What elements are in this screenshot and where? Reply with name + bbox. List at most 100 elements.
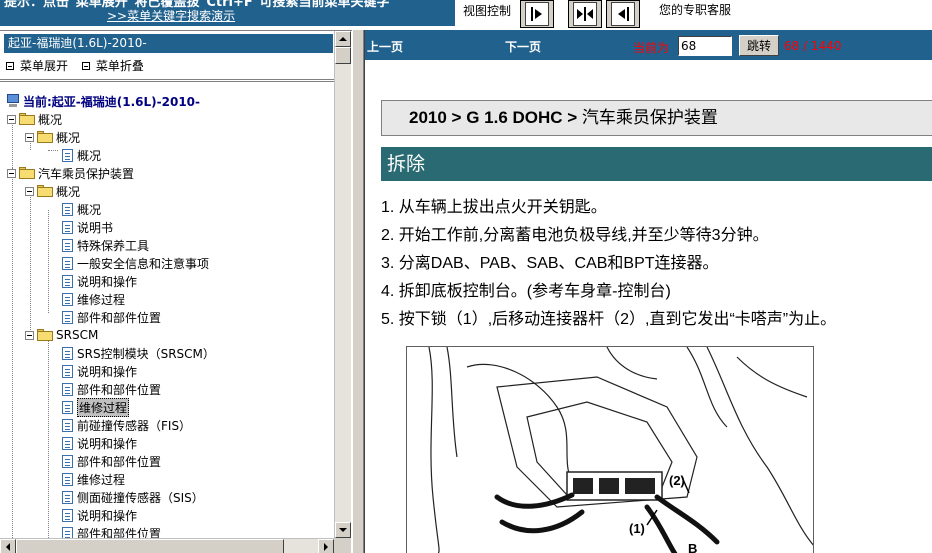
tree-page[interactable]: 维修过程: [62, 470, 125, 488]
tree-page[interactable]: 说明和操作: [62, 434, 137, 452]
current-page-label: 当前为: [633, 41, 670, 55]
tree-item-label: 说明书: [77, 220, 114, 235]
page-icon: [62, 364, 73, 378]
scroll-right-button[interactable]: [318, 539, 334, 553]
page-icon: [62, 400, 73, 414]
tree-page[interactable]: 特殊保养工具: [62, 236, 149, 254]
page-icon: [62, 274, 73, 288]
arrow-right-icon: [324, 543, 328, 551]
tree-page[interactable]: 部件和部件位置: [62, 452, 161, 470]
collapse-toggle-icon[interactable]: [25, 186, 34, 196]
arrow-down-icon: [339, 528, 347, 532]
tree-item-label: 部件和部件位置: [77, 454, 162, 469]
next-page-link[interactable]: 下一页: [505, 38, 541, 55]
tree-page[interactable]: 部件和部件位置: [62, 308, 161, 326]
scroll-thumb[interactable]: [335, 47, 351, 64]
tree-item-label: 汽车乘员保护装置: [38, 166, 135, 181]
tree-page[interactable]: 说明和操作: [62, 272, 137, 290]
scroll-left-button[interactable]: [0, 539, 16, 553]
jump-button[interactable]: 跳转: [739, 35, 779, 56]
tree-page[interactable]: SRS控制模块（SRSCM）: [62, 344, 215, 362]
tree-page[interactable]: 侧面碰撞传感器（SIS）: [62, 488, 204, 506]
tree-page[interactable]: 前碰撞传感器（FIS）: [62, 416, 191, 434]
menu-collapse-label: 菜单折叠: [95, 59, 144, 73]
tree-item-label: 概况: [56, 130, 81, 145]
expand-left-icon: [618, 7, 629, 21]
tree-folder-overview[interactable]: 概况: [7, 110, 62, 128]
tree-item-label: SRSCM: [56, 328, 99, 342]
split-view-icon: [577, 7, 593, 21]
menu-expand-button[interactable]: 菜单展开: [6, 57, 68, 74]
procedure-step: 5. 按下锁（1）,后移动连接器杆（2）,直到它发出“卡嗒声”为止。: [381, 311, 837, 328]
breadcrumb: 2010 > G 1.6 DOHC > 汽车乘员保护装置: [381, 100, 932, 136]
page-icon: [62, 382, 73, 396]
page-icon: [62, 490, 73, 504]
tree-item-label: 概况: [38, 112, 63, 127]
tree-item-label: 维修过程: [77, 397, 130, 417]
tree-item-label: 特殊保养工具: [77, 238, 150, 253]
tree-page[interactable]: 概况: [62, 200, 101, 218]
menu-collapse-button[interactable]: 菜单折叠: [81, 57, 144, 74]
page-icon: [62, 220, 73, 234]
tree-item-label: 一般安全信息和注意事项: [77, 256, 210, 271]
callout-label-2: (2): [669, 473, 685, 488]
tree-item-label: 说明和操作: [77, 364, 138, 379]
tree-page[interactable]: 一般安全信息和注意事项: [62, 254, 209, 272]
view-expand-right-button[interactable]: [520, 0, 554, 28]
collapse-toggle-icon[interactable]: [7, 168, 16, 178]
view-control-label: 视图控制: [463, 4, 512, 18]
scroll-thumb[interactable]: [16, 539, 284, 553]
tree-item-label: 说明和操作: [77, 508, 138, 523]
tree-folder-srscm[interactable]: SRSCM: [25, 326, 98, 344]
page-icon: [62, 346, 73, 360]
scrollbar-corner: [334, 538, 351, 553]
folder-open-icon: [19, 113, 35, 125]
tree-page[interactable]: 概况: [62, 146, 101, 164]
tree-item-label: SRS控制模块（SRSCM）: [77, 346, 215, 361]
tree-root[interactable]: 当前:起亚-福瑞迪(1.6L)-2010-: [6, 92, 200, 110]
tip-strip: 提示：点击"菜单展开"将已覆盖拔"Ctrl+F"可搜索当前菜单关键字 >>菜单关…: [0, 0, 455, 26]
page-icon: [62, 508, 73, 522]
horizontal-scrollbar[interactable]: [0, 538, 334, 553]
tree-folder-overview-sub[interactable]: 概况: [25, 128, 80, 146]
tree-page[interactable]: 说明书: [62, 218, 113, 236]
page-icon: [62, 472, 73, 486]
tree-folder-occupant-protection[interactable]: 汽车乘员保护装置: [7, 164, 134, 182]
scroll-down-button[interactable]: [335, 522, 351, 538]
view-expand-left-button[interactable]: [606, 0, 640, 28]
tree-item-label: 维修过程: [77, 292, 126, 307]
arrow-left-icon: [6, 543, 10, 551]
breadcrumb-current: 汽车乘员保护装置: [577, 108, 718, 127]
tree-page-selected[interactable]: 维修过程: [62, 397, 130, 417]
page-icon: [62, 238, 73, 252]
procedure-step: 4. 拆卸底板控制台。(参考车身章-控制台): [381, 283, 671, 300]
tree-page[interactable]: 部件和部件位置: [62, 380, 161, 398]
folder-open-icon: [19, 167, 35, 179]
tree-root-label: 当前:起亚-福瑞迪(1.6L)-2010-: [23, 94, 201, 109]
vertical-scrollbar[interactable]: [334, 31, 351, 538]
page-number-input[interactable]: [678, 36, 732, 56]
collapse-toggle-icon[interactable]: [7, 114, 16, 124]
procedure-steps: 1. 从车辆上拔出点火开关钥匙。 2. 开始工作前,分离蓄电池负极导线,并至少等…: [381, 194, 932, 334]
panel-splitter[interactable]: [352, 30, 364, 553]
collapse-icon: [81, 61, 90, 70]
folder-open-icon: [37, 329, 53, 341]
tree-item-label: 说明和操作: [77, 274, 138, 289]
view-split-button[interactable]: [568, 0, 602, 28]
prev-page-link[interactable]: 上一页: [367, 38, 403, 55]
tree-page[interactable]: 说明和操作: [62, 362, 137, 380]
tree-page[interactable]: 维修过程: [62, 290, 125, 308]
search-demo-link[interactable]: >>菜单关键字搜索演示: [107, 7, 235, 24]
page-icon: [62, 202, 73, 216]
scroll-up-button[interactable]: [335, 31, 351, 47]
tree-page[interactable]: 说明和操作: [62, 506, 137, 524]
collapse-toggle-icon[interactable]: [25, 330, 34, 340]
menu-expand-label: 菜单展开: [20, 59, 69, 73]
tree-item-label: 维修过程: [77, 472, 126, 487]
tree-item-label: 说明和操作: [77, 436, 138, 451]
tree-folder-overview-sub[interactable]: 概况: [25, 182, 80, 200]
folder-open-icon: [37, 185, 53, 197]
expand-right-icon: [531, 7, 542, 21]
tree-item-label: 部件和部件位置: [77, 382, 162, 397]
collapse-toggle-icon[interactable]: [25, 132, 34, 142]
